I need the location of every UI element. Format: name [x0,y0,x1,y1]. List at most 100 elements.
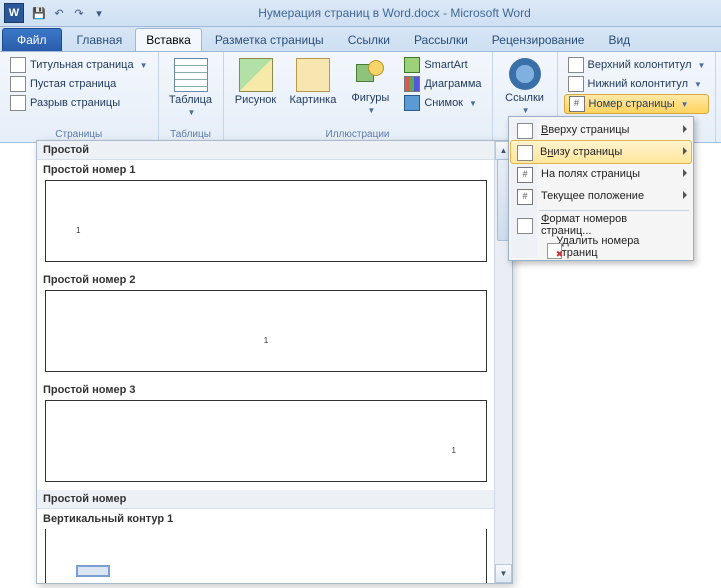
screenshot-button[interactable]: Снимок ▼ [400,94,485,112]
gallery-item-2-label: Простой номер 2 [37,270,495,288]
chevron-down-icon: ▼ [469,99,477,108]
screenshot-label: Снимок [424,97,463,109]
group-text: AНадпись▼ [716,52,721,142]
chart-icon [404,76,420,92]
chevron-down-icon: ▼ [188,108,196,117]
smartart-label: SmartArt [424,59,467,71]
tab-home[interactable]: Главная [66,28,134,51]
menu-format-label: ормат номеров страниц... [541,213,627,237]
format-numbers-icon [517,218,533,234]
gallery-section-simple: Простой [37,141,495,160]
menu-remove-page-numbers[interactable]: ✖ Удалить номера страниц [511,236,691,258]
menu-remove-label: далить номера страниц [556,235,639,259]
menu-current-label: Текущее положение [541,190,644,202]
menu-margins-label: На полях страницы [541,168,640,180]
footer-label: Нижний колонтитул [588,78,688,90]
gallery-item-1[interactable]: 1 [45,180,487,262]
blank-page-label: Пустая страница [30,78,116,90]
title-page-button[interactable]: Титульная страница ▼ [6,56,152,74]
page-number-digit: 1 [76,226,80,235]
screenshot-icon [404,95,420,111]
window-title: Нумерация страниц в Word.docx - Microsof… [108,6,721,20]
qat-more-icon[interactable]: ▾ [90,4,108,22]
chevron-down-icon: ▼ [367,106,375,115]
submenu-arrow-icon [683,125,687,133]
page-break-button[interactable]: Разрыв страницы [6,94,152,112]
blank-page-button[interactable]: Пустая страница [6,75,152,93]
gallery-section-simple-number: Простой номер [37,490,495,509]
remove-numbers-icon: ✖ [547,243,562,259]
menu-page-margins[interactable]: # На полях страницы [511,163,691,185]
gallery-item-4-label: Вертикальный контур 1 [37,509,495,527]
chevron-down-icon: ▼ [522,106,530,115]
header-button[interactable]: Верхний колонтитул ▼ [564,56,710,74]
table-button[interactable]: Таблица ▼ [165,56,217,121]
header-icon [568,57,584,73]
chevron-down-icon: ▼ [694,80,702,89]
links-label: Ссылки [505,92,544,104]
submenu-arrow-icon [683,147,687,155]
gallery-item-2[interactable]: 1 [45,290,487,372]
page-number-digit: 1 [264,336,268,345]
clipart-button[interactable]: Картинка [286,56,341,108]
page-number-button[interactable]: #Номер страницы▼ [564,94,710,114]
tab-file[interactable]: Файл [2,28,62,51]
chevron-down-icon: ▼ [140,61,148,70]
undo-icon[interactable]: ↶ [50,4,68,22]
clipart-label: Картинка [290,94,337,106]
blank-page-icon [10,76,26,92]
menu-top-of-page[interactable]: Вверху страницы [511,119,691,141]
table-icon [174,58,208,92]
submenu-arrow-icon [683,191,687,199]
chevron-down-icon: ▼ [697,61,705,70]
tab-view[interactable]: Вид [597,28,641,51]
page-number-icon: # [569,96,585,112]
group-pages: Титульная страница ▼ Пустая страница Разр… [0,52,159,142]
chart-label: Диаграмма [424,78,481,90]
page-break-icon [10,95,26,111]
chevron-down-icon: ▼ [681,100,689,109]
page-break-label: Разрыв страницы [30,97,120,109]
scroll-down-icon[interactable]: ▼ [495,564,512,583]
picture-label: Рисунок [235,94,277,106]
smartart-button[interactable]: SmartArt [400,56,485,74]
page-margins-icon: # [517,167,533,183]
page-top-icon [517,123,533,139]
current-position-icon: # [517,189,533,205]
tab-review[interactable]: Рецензирование [481,28,596,51]
word-app-icon: W [4,3,24,23]
tab-references[interactable]: Ссылки [337,28,401,51]
shapes-label: Фигуры [351,92,389,104]
footer-button[interactable]: Нижний колонтитул ▼ [564,75,710,93]
submenu-arrow-icon [683,169,687,177]
tab-layout[interactable]: Разметка страницы [204,28,335,51]
gallery-item-4[interactable] [45,529,487,583]
group-tables: Таблица▼ Таблицы [159,52,224,142]
save-icon[interactable]: 💾 [30,4,48,22]
menu-bottom-label: изу страницы [553,146,622,158]
tab-insert[interactable]: Вставка [135,28,202,51]
menu-current-position[interactable]: # Текущее положение [511,185,691,207]
tab-mailings[interactable]: Рассылки [403,28,479,51]
smartart-icon [404,57,420,73]
menu-separator [539,210,689,211]
page-number-digit: 1 [452,446,456,455]
page-number-menu: Вверху страницы Внизу страницы # На поля… [508,116,694,261]
title-page-label: Титульная страница [30,59,134,71]
quick-access-toolbar: 💾 ↶ ↷ ▾ [30,4,108,22]
links-button[interactable]: Ссылки ▼ [499,56,551,119]
vertical-outline-icon [76,565,110,577]
header-label: Верхний колонтитул [588,59,692,71]
gallery-item-3[interactable]: 1 [45,400,487,482]
page-bottom-icon [517,145,533,161]
shapes-button[interactable]: Фигуры ▼ [344,56,396,119]
links-icon [509,58,541,90]
menu-format-page-numbers[interactable]: Формат номеров страниц... [511,214,691,236]
clipart-icon [296,58,330,92]
title-page-icon [10,57,26,73]
chart-button[interactable]: Диаграмма [400,75,485,93]
picture-button[interactable]: Рисунок [230,56,282,108]
menu-bottom-of-page[interactable]: Внизу страницы [510,140,692,164]
table-label: Таблица [169,94,212,106]
redo-icon[interactable]: ↷ [70,4,88,22]
